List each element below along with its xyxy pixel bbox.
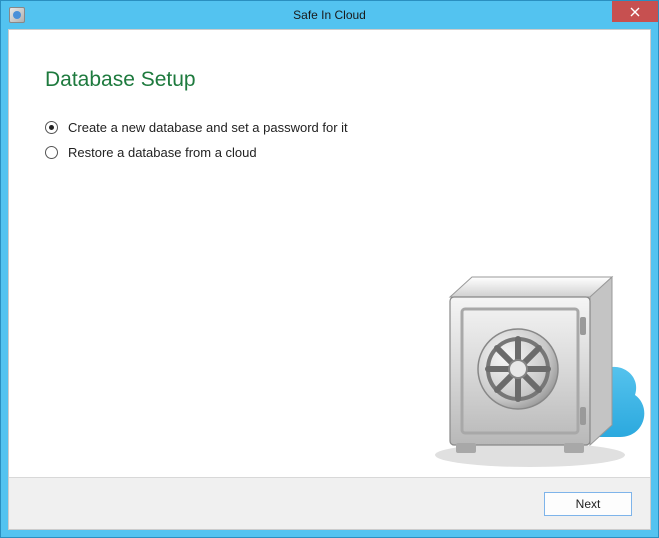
next-button[interactable]: Next — [544, 492, 632, 516]
option-label: Restore a database from a cloud — [68, 145, 257, 160]
radio-indicator — [45, 146, 58, 159]
titlebar: Safe In Cloud — [1, 1, 658, 29]
radio-indicator — [45, 121, 58, 134]
window-title: Safe In Cloud — [1, 8, 658, 22]
close-button[interactable] — [612, 1, 658, 22]
page-title: Database Setup — [45, 68, 614, 92]
option-restore-cloud[interactable]: Restore a database from a cloud — [45, 145, 614, 160]
safe-cloud-illustration — [390, 237, 650, 477]
close-icon — [630, 7, 640, 17]
app-window: Safe In Cloud Database Setup Create a ne… — [0, 0, 659, 538]
content-area: Database Setup Create a new database and… — [9, 30, 650, 477]
footer-bar: Next — [9, 477, 650, 529]
setup-options: Create a new database and set a password… — [45, 120, 614, 160]
app-icon — [9, 7, 25, 23]
option-create-new[interactable]: Create a new database and set a password… — [45, 120, 614, 135]
client-area: Database Setup Create a new database and… — [8, 29, 651, 530]
option-label: Create a new database and set a password… — [68, 120, 348, 135]
